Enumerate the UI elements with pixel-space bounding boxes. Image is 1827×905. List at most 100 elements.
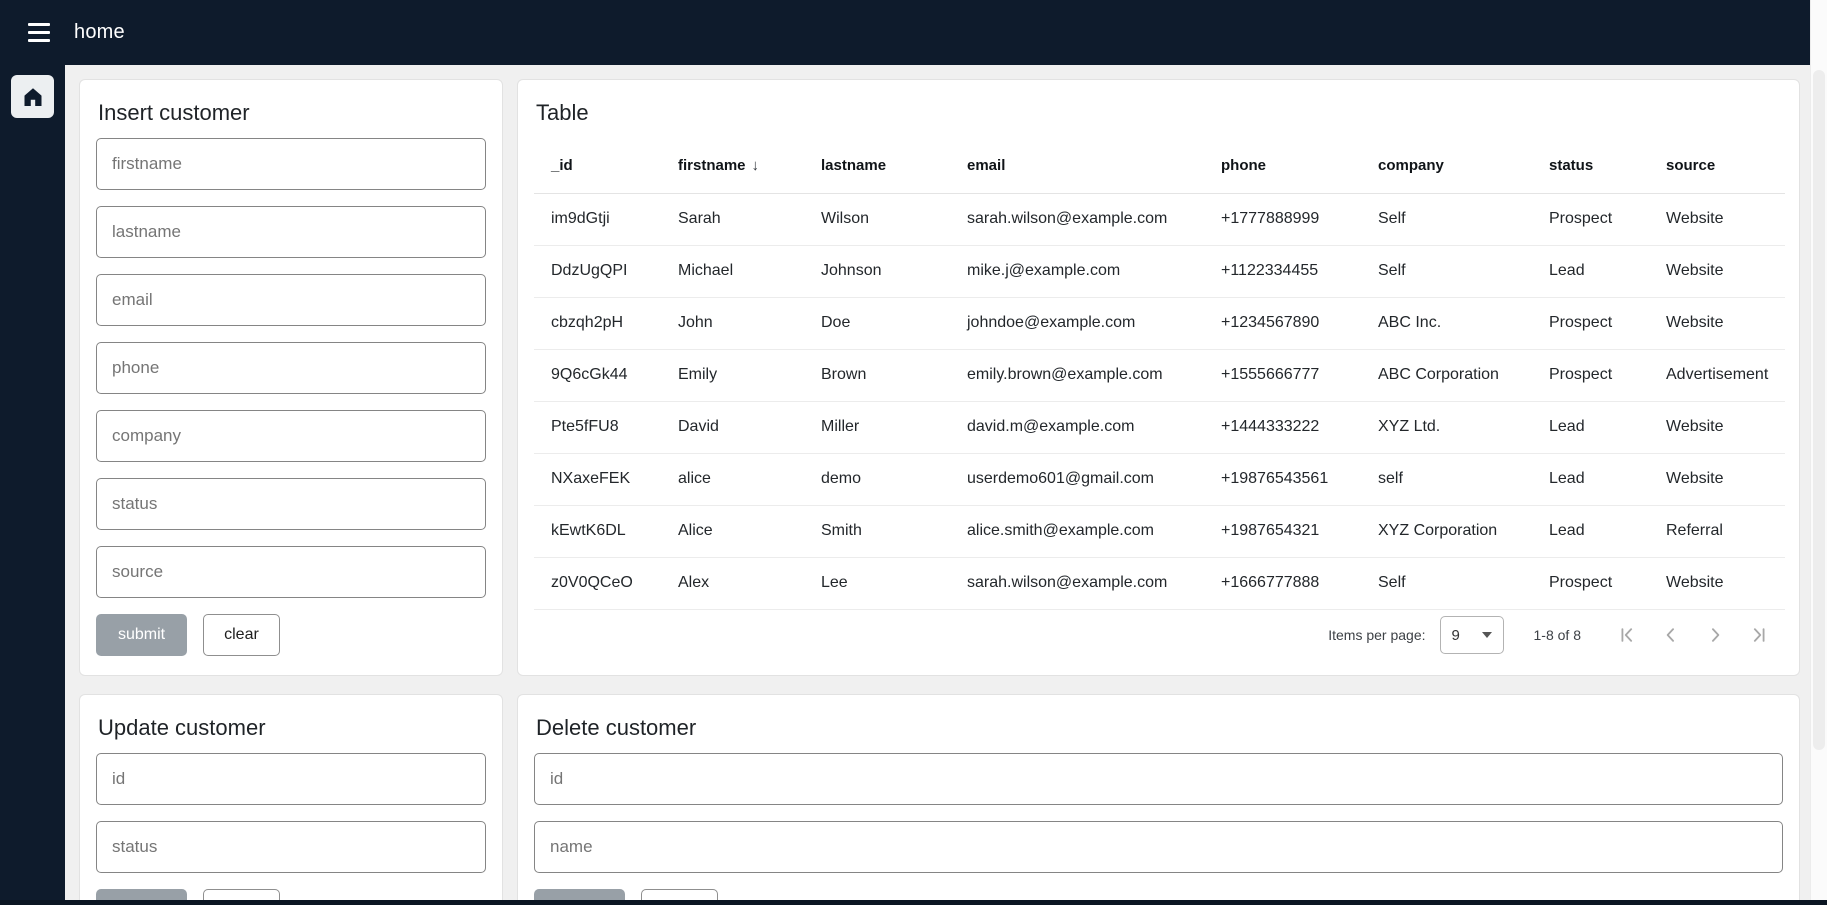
column-header-lastname[interactable]: lastname [804,138,950,193]
lastname-input[interactable] [96,206,486,258]
cell-firstname: David [661,401,804,453]
cell-company: Self [1361,193,1532,245]
cell-status: Prospect [1532,557,1649,609]
cell-source: Website [1649,401,1785,453]
cell-company: XYZ Corporation [1361,505,1532,557]
sidebar-item-home[interactable] [11,75,54,118]
column-header-source[interactable]: source [1649,138,1785,193]
cell-firstname: alice [661,453,804,505]
cell-source: Referral [1649,505,1785,557]
window-bottom-edge [0,900,1827,905]
firstname-input[interactable] [96,138,486,190]
cell-source: Website [1649,297,1785,349]
table-row: NXaxeFEK alice demo userdemo601@gmail.co… [534,453,1785,505]
chevron-left-icon [1661,625,1681,645]
insert-button-row: submit clear [96,614,486,656]
items-per-page-value: 9 [1452,627,1460,644]
cell-lastname: Smith [804,505,950,557]
page-scrollbar [1810,0,1827,905]
cell-source: Website [1649,557,1785,609]
cell-phone: +1555666777 [1204,349,1361,401]
cell-email: mike.j@example.com [950,245,1204,297]
cell-firstname: Alice [661,505,804,557]
first-page-icon [1617,625,1637,645]
cell-id: DdzUgQPI [534,245,661,297]
cell-status: Prospect [1532,349,1649,401]
cell-firstname: Emily [661,349,804,401]
cell-id: cbzqh2pH [534,297,661,349]
cell-phone: +1444333222 [1204,401,1361,453]
status-input[interactable] [96,478,486,530]
cell-phone: +1777888999 [1204,193,1361,245]
cell-source: Website [1649,453,1785,505]
cell-email: sarah.wilson@example.com [950,557,1204,609]
home-icon [21,85,45,109]
table-row: DdzUgQPI Michael Johnson mike.j@example.… [534,245,1785,297]
scrollbar-thumb[interactable] [1813,70,1825,750]
cell-status: Prospect [1532,193,1649,245]
cell-company: ABC Corporation [1361,349,1532,401]
paginator: Items per page: 9 1-8 of 8 [534,611,1783,659]
previous-page-button[interactable] [1649,613,1693,657]
cell-phone: +1987654321 [1204,505,1361,557]
sort-desc-icon: ↓ [752,157,760,174]
column-header-firstname[interactable]: firstname↓ [661,138,804,193]
cell-status: Lead [1532,453,1649,505]
cell-email: johndoe@example.com [950,297,1204,349]
source-input[interactable] [96,546,486,598]
cell-source: Advertisement [1649,349,1785,401]
table-header-row: _id firstname↓ lastname email phone comp… [534,138,1785,193]
column-header-phone[interactable]: phone [1204,138,1361,193]
insert-clear-button[interactable]: clear [203,614,280,656]
delete-card-title: Delete customer [536,715,1783,741]
cell-lastname: Brown [804,349,950,401]
cell-phone: +19876543561 [1204,453,1361,505]
cell-lastname: Miller [804,401,950,453]
cell-company: ABC Inc. [1361,297,1532,349]
phone-input[interactable] [96,342,486,394]
cell-id: NXaxeFEK [534,453,661,505]
cell-company: Self [1361,557,1532,609]
cell-phone: +1666777888 [1204,557,1361,609]
cell-status: Prospect [1532,297,1649,349]
column-header-email[interactable]: email [950,138,1204,193]
company-input[interactable] [96,410,486,462]
next-page-button[interactable] [1693,613,1737,657]
last-page-icon [1749,625,1769,645]
cell-source: Website [1649,193,1785,245]
cell-status: Lead [1532,401,1649,453]
cell-company: XYZ Ltd. [1361,401,1532,453]
column-header-status[interactable]: status [1532,138,1649,193]
email-input[interactable] [96,274,486,326]
cell-id: Pte5fFU8 [534,401,661,453]
column-header-id[interactable]: _id [534,138,661,193]
update-status-input[interactable] [96,821,486,873]
update-customer-card: Update customer submit clear [79,694,503,905]
insert-submit-button[interactable]: submit [96,614,187,656]
cell-company: Self [1361,245,1532,297]
first-page-button[interactable] [1605,613,1649,657]
chevron-right-icon [1705,625,1725,645]
cell-firstname: Alex [661,557,804,609]
cell-firstname: John [661,297,804,349]
update-id-input[interactable] [96,753,486,805]
items-per-page-select[interactable]: 9 [1440,616,1504,654]
table-card: Table _id firstname↓ lastname email phon… [517,79,1800,676]
delete-name-input[interactable] [534,821,1783,873]
delete-id-input[interactable] [534,753,1783,805]
cell-firstname: Michael [661,245,804,297]
column-header-company[interactable]: company [1361,138,1532,193]
cell-email: userdemo601@gmail.com [950,453,1204,505]
table-card-title: Table [536,100,1783,126]
paginator-range-label: 1-8 of 8 [1534,627,1581,643]
cell-email: emily.brown@example.com [950,349,1204,401]
cell-id: 9Q6cGk44 [534,349,661,401]
cell-status: Lead [1532,245,1649,297]
cell-phone: +1122334455 [1204,245,1361,297]
table-row: kEwtK6DL Alice Smith alice.smith@example… [534,505,1785,557]
cell-source: Website [1649,245,1785,297]
menu-icon[interactable] [18,12,60,54]
insert-card-title: Insert customer [98,100,486,126]
last-page-button[interactable] [1737,613,1781,657]
cell-email: alice.smith@example.com [950,505,1204,557]
